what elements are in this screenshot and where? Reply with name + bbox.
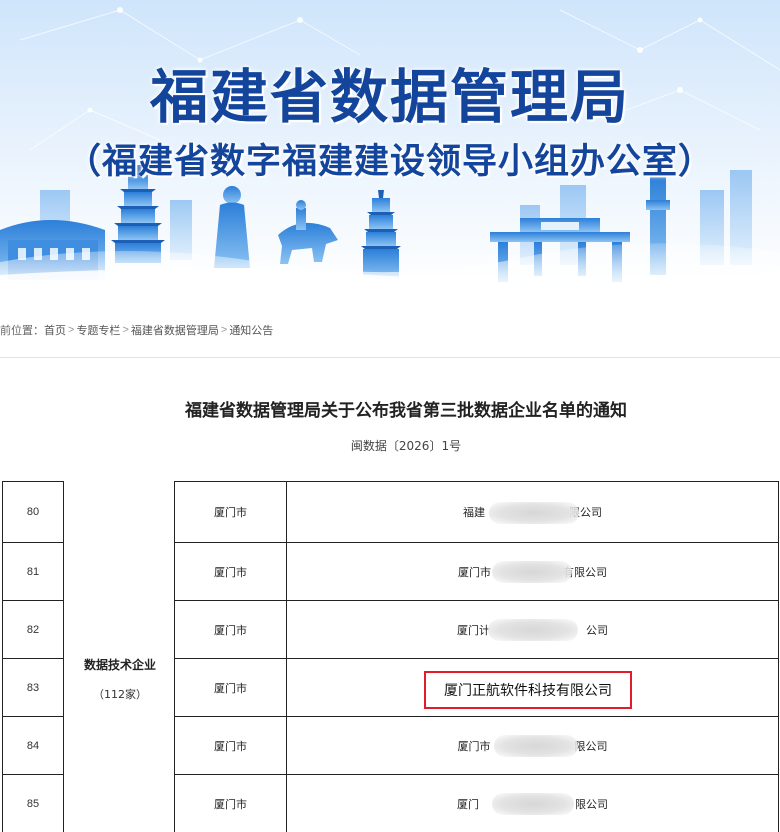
redaction-blur [494,735,578,757]
highlighted-company-name: 厦门正航软件科技有限公司 [424,671,632,709]
redaction-blur [492,793,574,815]
company-name-visible-start: 厦门计 [457,623,490,637]
breadcrumb-bureau-link[interactable]: 福建省数据管理局 [131,322,219,338]
breadcrumb-separator: > [220,324,228,336]
category-cell: 数据技术企业 （112家） [64,656,176,702]
category-name: 数据技术企业 [83,658,156,672]
row-number: 82 [26,623,40,636]
enterprise-list-table: 数据技术企业 （112家） 80 厦门市 福建 限公司 81 厦门市 厦门市 有… [2,481,780,832]
city-cell: 厦门市 [214,506,247,519]
city-cell: 厦门市 [214,681,247,695]
company-name-visible-start: 厦门市 [458,565,491,579]
breadcrumb-prefix: 前位置： [0,325,44,337]
redaction-blur [492,561,572,583]
company-name-visible-end: 限公司 [574,739,608,753]
row-number: 81 [26,565,40,578]
redaction-blur [489,502,579,524]
city-cell: 厦门市 [214,797,247,811]
page: 福建省数据管理局 （福建省数字福建建设领导小组办公室） 前位置： 首页 > 专题… [0,0,780,832]
article-title: 福建省数据管理局关于公布我省第三批数据企业名单的通知 [185,401,627,421]
company-name-visible-start: 福建 [463,506,485,519]
document-number: 闽数据〔2026〕1号 [350,439,462,453]
company-name-visible-start: 厦门市 [457,739,491,753]
banner-subtitle: （福建省数字福建建设领导小组办公室） [65,142,714,182]
banner-title: 福建省数据管理局 [149,63,630,131]
breadcrumb-separator: > [68,324,75,336]
breadcrumb-topics-link[interactable]: 专题专栏 [76,322,120,338]
breadcrumb-separator: > [122,324,129,336]
city-cell: 厦门市 [214,739,247,753]
row-number: 80 [26,506,40,518]
breadcrumb-notices-link[interactable]: 通知公告 [229,322,273,338]
city-cell: 厦门市 [214,623,247,637]
table-border [778,481,779,832]
breadcrumb-divider [0,357,780,358]
city-cell: 厦门市 [214,565,247,579]
row-number: 85 [26,797,40,810]
row-number: 83 [26,681,40,694]
company-name-visible-end: 限公司 [575,797,608,811]
category-count: （112家） [93,688,147,701]
breadcrumb-home-link[interactable]: 首页 [44,322,66,338]
site-banner: 福建省数据管理局 （福建省数字福建建设领导小组办公室） [0,0,780,293]
redaction-blur [488,619,578,641]
breadcrumb: 前位置： 首页 > 专题专栏 > 福建省数据管理局 > 通知公告 [0,320,273,340]
row-number: 84 [26,739,40,752]
company-name-visible-start: 厦门 [457,797,479,811]
company-name-visible-end: 公司 [586,623,608,637]
